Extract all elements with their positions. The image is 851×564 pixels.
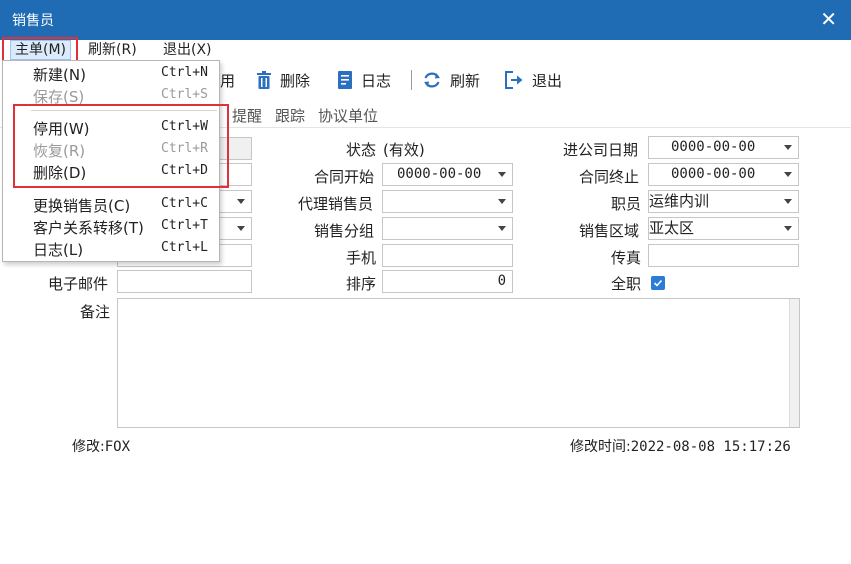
tab-reminder[interactable]: 提醒 xyxy=(232,105,262,126)
contract-start-select[interactable]: 0000-00-00 xyxy=(382,163,513,186)
contract-start-value: 0000-00-00 xyxy=(397,166,482,182)
refresh-button[interactable]: 刷新 xyxy=(422,68,480,92)
modified-time-value: 2022-08-08 15:17:26 xyxy=(630,439,791,455)
modified-by-label: 修改: xyxy=(72,439,105,455)
delete-button[interactable]: 删除 xyxy=(256,68,310,92)
exit-button-label: 退出 xyxy=(532,71,563,90)
menu-highlight-box xyxy=(2,37,78,62)
menu-item-log[interactable]: 日志(L) Ctrl+L xyxy=(3,238,219,260)
exit-button[interactable]: 退出 xyxy=(504,68,562,92)
log-button[interactable]: 日志 xyxy=(337,68,391,92)
menu-item-label: 客户关系转移(T) xyxy=(33,219,144,237)
position-label: 职员 xyxy=(611,195,642,213)
menu-refresh[interactable]: 刷新(R) xyxy=(88,41,137,59)
chevron-down-icon xyxy=(784,172,792,177)
join-date-label: 进公司日期 xyxy=(563,141,639,159)
menu-exit[interactable]: 退出(X) xyxy=(163,41,212,59)
chevron-down-icon xyxy=(784,145,792,150)
check-icon xyxy=(653,279,663,287)
exit-icon xyxy=(505,71,523,89)
memo-label: 备注 xyxy=(80,303,111,321)
contract-start-label: 合同开始 xyxy=(314,168,375,186)
refresh-button-label: 刷新 xyxy=(450,71,481,90)
memo-textarea[interactable] xyxy=(117,298,800,428)
contract-end-value: 0000-00-00 xyxy=(671,166,756,182)
region-label: 销售区域 xyxy=(579,222,640,240)
tab-followup[interactable]: 跟踪 xyxy=(275,105,305,126)
sort-field[interactable]: 0 xyxy=(382,270,513,293)
mobile-field[interactable] xyxy=(382,244,513,267)
join-date-value: 0000-00-00 xyxy=(671,139,756,155)
refresh-icon xyxy=(424,72,440,88)
memo-scrollbar[interactable] xyxy=(789,299,799,427)
chevron-down-icon xyxy=(498,199,506,204)
window-title: 销售员 xyxy=(12,13,54,29)
delete-button-label: 删除 xyxy=(280,71,311,90)
modified-by: 修改:FOX xyxy=(72,436,130,456)
contract-end-select[interactable]: 0000-00-00 xyxy=(648,163,799,186)
region-value: 亚太区 xyxy=(649,219,695,237)
menu-item-label: 新建(N) xyxy=(33,66,86,84)
chevron-down-icon xyxy=(237,199,245,204)
position-select[interactable]: 运维内训 xyxy=(648,190,799,213)
menu-item-new[interactable]: 新建(N) Ctrl+N xyxy=(3,63,219,85)
menu-item-label: 日志(L) xyxy=(33,241,84,259)
status-label: 状态 xyxy=(346,141,377,159)
fulltime-label: 全职 xyxy=(611,275,642,293)
chevron-down-icon xyxy=(784,199,792,204)
fax-field[interactable] xyxy=(648,244,799,267)
menu-item-change-salesperson[interactable]: 更换销售员(C) Ctrl+C xyxy=(3,194,219,216)
chevron-down-icon xyxy=(237,226,245,231)
chevron-down-icon xyxy=(498,172,506,177)
region-select[interactable]: 亚太区 xyxy=(648,217,799,240)
modified-by-value: FOX xyxy=(104,439,131,455)
group-label: 销售分组 xyxy=(314,222,375,240)
agent-select[interactable] xyxy=(382,190,513,213)
menu-item-shortcut: Ctrl+L xyxy=(161,240,208,255)
mobile-label: 手机 xyxy=(346,249,377,267)
sort-label: 排序 xyxy=(346,275,377,293)
menu-item-shortcut: Ctrl+C xyxy=(161,196,208,211)
position-value: 运维内训 xyxy=(649,192,710,210)
toolbar-divider xyxy=(411,70,412,90)
modified-time-label: 修改时间: xyxy=(570,439,631,455)
menu-item-transfer-customers[interactable]: 客户关系转移(T) Ctrl+T xyxy=(3,216,219,238)
chevron-down-icon xyxy=(784,226,792,231)
modified-time: 修改时间:2022-08-08 15:17:26 xyxy=(570,436,791,456)
fax-label: 传真 xyxy=(611,249,642,267)
menu-item-label: 更换销售员(C) xyxy=(33,197,131,215)
close-icon[interactable]: ✕ xyxy=(820,8,837,30)
menu-bar: 主单(M) 刷新(R) 退出(X) xyxy=(0,40,851,60)
book-icon xyxy=(338,71,352,89)
menu-highlight-box xyxy=(13,104,229,188)
menu-item-shortcut: Ctrl+S xyxy=(161,87,208,102)
email-field[interactable] xyxy=(117,270,252,293)
chevron-down-icon xyxy=(498,226,506,231)
disable-button-label: 用 xyxy=(220,71,236,90)
trash-icon xyxy=(257,71,271,89)
menu-item-shortcut: Ctrl+T xyxy=(161,218,208,233)
group-select[interactable] xyxy=(382,217,513,240)
status-value: (有效) xyxy=(383,141,425,159)
menu-item-shortcut: Ctrl+N xyxy=(161,65,208,80)
contract-end-label: 合同终止 xyxy=(579,168,640,186)
agent-label: 代理销售员 xyxy=(298,195,374,213)
email-label: 电子邮件 xyxy=(48,275,109,293)
log-button-label: 日志 xyxy=(361,71,392,90)
tab-agreement-unit[interactable]: 协议单位 xyxy=(318,105,378,126)
disable-button[interactable]: 用 xyxy=(220,68,235,92)
fulltime-checkbox[interactable] xyxy=(651,276,665,290)
title-bar: 销售员 ✕ xyxy=(0,0,851,40)
join-date-select[interactable]: 0000-00-00 xyxy=(648,136,799,159)
